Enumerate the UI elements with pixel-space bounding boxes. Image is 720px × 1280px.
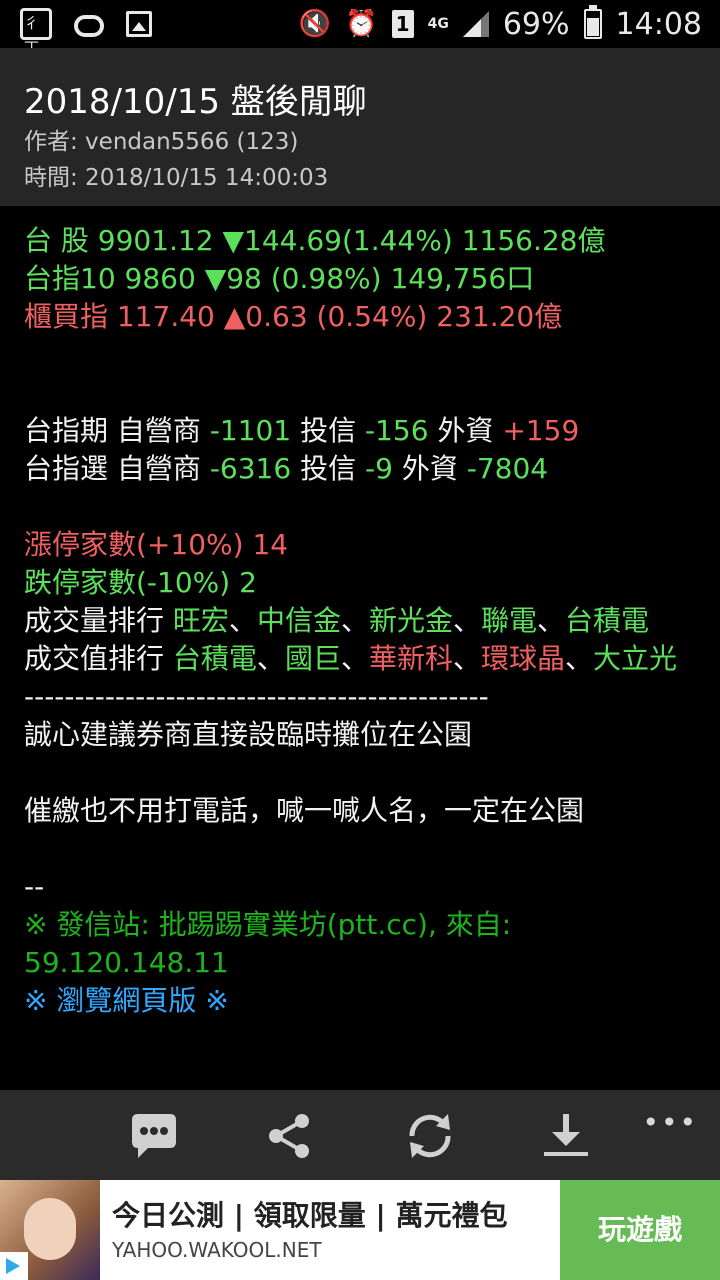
separator: 、 bbox=[228, 604, 257, 637]
ad-choices-icon[interactable] bbox=[0, 1252, 28, 1280]
volume-rank-stock: 中信金 bbox=[256, 604, 341, 637]
value-rank-stock: 華新科 bbox=[368, 642, 453, 675]
signature-separator: -- bbox=[24, 870, 45, 903]
source-info: ※ 發信站: 批踢踢實業坊(ptt.cc), 來自: 59.120.148.11 bbox=[24, 908, 512, 979]
battery-percent: 69% bbox=[502, 6, 570, 42]
status-bar: 🔇 ⏰ 1 4G 69% 14:08 bbox=[0, 0, 720, 54]
share-icon[interactable] bbox=[262, 1108, 318, 1164]
article-body: 台 股 9901.12 ▼144.69(1.44%) 1156.28億 台指10… bbox=[24, 222, 704, 1020]
options-institutional-line: 台指選 自營商 -6316 投信 -9 外資 -7804 bbox=[24, 450, 704, 488]
comment-icon[interactable] bbox=[126, 1108, 182, 1164]
body-paragraph: 誠心建議券商直接設臨時攤位在公園 bbox=[24, 718, 473, 751]
body-paragraph: 催繳也不用打電話，喊一喊人名，一定在公園 bbox=[24, 794, 585, 827]
ad-url: YAHOO.WAKOOL.NET bbox=[112, 1238, 322, 1262]
download-icon[interactable] bbox=[538, 1108, 594, 1164]
ad-thumbnail bbox=[0, 1180, 100, 1280]
value-rank-label: 成交值排行 bbox=[24, 642, 173, 675]
taiex-line: 台 股 9901.12 ▼144.69(1.44%) 1156.28億 bbox=[24, 224, 606, 257]
fut-trust-label: 投信 bbox=[291, 414, 365, 447]
otc-line: 櫃買指 117.40 ▲0.63 (0.54%) 231.20億 bbox=[24, 300, 563, 333]
value-rank-stock: 環球晶 bbox=[481, 642, 566, 675]
futures-institutional-line: 台指期 自營商 -1101 投信 -156 外資 +159 bbox=[24, 412, 704, 450]
bottom-toolbar: ••• bbox=[0, 1090, 720, 1180]
app-notification-icon bbox=[20, 8, 52, 54]
divider-line: ----------------------------------------… bbox=[24, 680, 489, 713]
fut-trust-value: -156 bbox=[365, 414, 429, 447]
separator: 、 bbox=[256, 642, 285, 675]
refresh-icon[interactable] bbox=[402, 1108, 458, 1164]
value-rank-stock: 大立光 bbox=[593, 642, 678, 675]
separator: 、 bbox=[340, 604, 369, 637]
article-title: 2018/10/15 盤後閒聊 bbox=[24, 82, 367, 122]
volume-rank-stock: 新光金 bbox=[368, 604, 453, 637]
article-author: 作者: vendan5566 (123) bbox=[24, 129, 299, 155]
fut-dealer-value: -1101 bbox=[209, 414, 292, 447]
opt-dealer-value: -6316 bbox=[209, 452, 292, 485]
ad-banner[interactable]: 今日公測 | 領取限量 | 萬元禮包 YAHOO.WAKOOL.NET 玩遊戲 bbox=[0, 1180, 720, 1280]
separator: 、 bbox=[537, 604, 566, 637]
separator: 、 bbox=[452, 604, 481, 637]
volume-rank-label: 成交量排行 bbox=[24, 604, 173, 637]
play-game-button[interactable]: 玩遊戲 bbox=[560, 1180, 720, 1280]
separator: 、 bbox=[340, 642, 369, 675]
article-time: 時間: 2018/10/15 14:00:03 bbox=[24, 165, 329, 191]
sim-slot-badge: 1 bbox=[391, 10, 414, 38]
fut-foreign-value: +159 bbox=[502, 414, 580, 447]
volume-rank-stock: 旺宏 bbox=[172, 604, 229, 637]
value-rank-stock: 國巨 bbox=[284, 642, 341, 675]
volume-rank-stock: 聯電 bbox=[481, 604, 538, 637]
separator: 、 bbox=[452, 642, 481, 675]
alarm-icon: ⏰ bbox=[345, 9, 378, 39]
image-notification-icon bbox=[126, 11, 152, 37]
separator: 、 bbox=[565, 642, 594, 675]
clock: 14:08 bbox=[615, 6, 702, 42]
fut-label: 台指期 自營商 bbox=[24, 414, 210, 447]
fut-foreign-label: 外資 bbox=[428, 414, 503, 447]
opt-trust-label: 投信 bbox=[291, 452, 365, 485]
limit-up-line: 漲停家數(+10%) 14 bbox=[24, 528, 289, 561]
futures-line: 台指10 9860 ▼98 (0.98%) 149,756口 bbox=[24, 262, 535, 295]
volume-rank-stock: 台積電 bbox=[565, 604, 650, 637]
value-rank-stock: 台積電 bbox=[172, 642, 257, 675]
opt-label: 台指選 自營商 bbox=[24, 452, 210, 485]
article-header: 2018/10/15 盤後閒聊 作者: vendan5566 (123) 時間:… bbox=[0, 48, 720, 206]
signal-strength-icon bbox=[462, 11, 489, 37]
ad-title: 今日公測 | 領取限量 | 萬元禮包 bbox=[112, 1199, 508, 1232]
limit-down-line: 跌停家數(-10%) 2 bbox=[24, 566, 257, 599]
more-options-icon[interactable]: ••• bbox=[642, 1106, 698, 1139]
mute-icon: 🔇 bbox=[298, 9, 332, 39]
cloud-notification-icon bbox=[74, 15, 104, 37]
web-version-link[interactable]: ※ 瀏覽網頁版 ※ bbox=[24, 982, 704, 1020]
battery-icon bbox=[583, 5, 602, 39]
opt-trust-value: -9 bbox=[365, 452, 393, 485]
network-type-label: 4G bbox=[427, 16, 449, 32]
value-rank-line: 成交值排行 台積電、國巨、華新科、環球晶、大立光 bbox=[24, 640, 704, 678]
opt-foreign-label: 外資 bbox=[392, 452, 467, 485]
volume-rank-line: 成交量排行 旺宏、中信金、新光金、聯電、台積電 bbox=[24, 602, 704, 640]
opt-foreign-value: -7804 bbox=[466, 452, 549, 485]
